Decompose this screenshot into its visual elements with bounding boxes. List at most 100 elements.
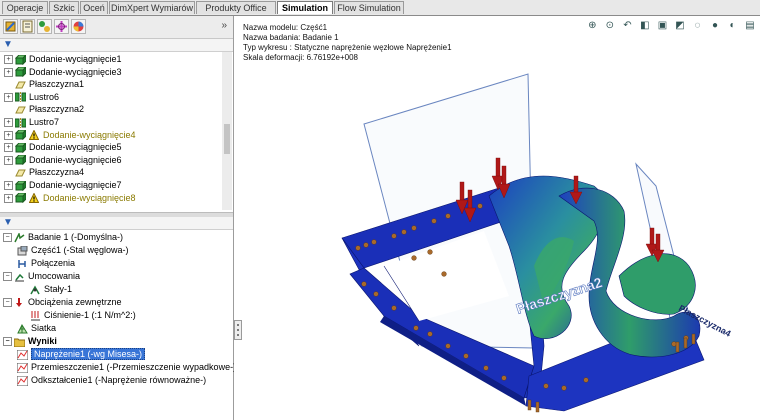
configuration-manager-icon[interactable] bbox=[37, 19, 52, 34]
feature-tree-item-label: Dodanie-wyciągnięcie5 bbox=[29, 142, 122, 153]
feature-tree-item[interactable]: +Płaszczyzna4 bbox=[4, 166, 84, 178]
tab-flow-simulation[interactable]: Flow Simulation bbox=[334, 1, 404, 14]
scrollbar-thumb[interactable] bbox=[224, 124, 230, 154]
feature-tree-item-label: Dodanie-wyciągnięcie3 bbox=[29, 66, 122, 77]
feature-tree-item[interactable]: +Płaszczyzna1 bbox=[4, 78, 84, 90]
expand-icon[interactable]: + bbox=[4, 92, 13, 102]
feature-tree-item-label: Płaszczyzna4 bbox=[29, 167, 85, 178]
loads-label: Obciążenia zewnętrzne bbox=[28, 297, 122, 307]
study-icon bbox=[14, 231, 25, 243]
study-label: Badanie 1 (-Domyślna-) bbox=[28, 232, 124, 242]
load-label: Ciśnienie-1 (:1 N/m^2:) bbox=[44, 310, 136, 320]
results-row[interactable]: − Wyniki bbox=[3, 335, 57, 348]
panel-collapse-handle[interactable] bbox=[234, 320, 242, 340]
connections-icon bbox=[17, 259, 28, 269]
pressure-icon bbox=[30, 310, 41, 321]
tab-produkty-office[interactable]: Produkty Office bbox=[196, 1, 276, 14]
expand-icon[interactable]: + bbox=[4, 130, 13, 140]
result-stress-row[interactable]: Naprężenie1 (-wg Misesa-) bbox=[16, 348, 146, 361]
result-strain-row[interactable]: Odkształcenie1 (-Naprężenie równoważne-) bbox=[16, 374, 206, 387]
feature-tree-item[interactable]: + Dodanie-wyciągnięcie6 bbox=[4, 154, 122, 166]
feature-tree-item-label: Dodanie-wyciągnięcie8 bbox=[43, 192, 136, 203]
connections-row[interactable]: Połączenia bbox=[17, 257, 75, 269]
fixture-row[interactable]: Stały-1 bbox=[30, 283, 72, 295]
display-manager-icon[interactable] bbox=[71, 19, 86, 34]
mesh-label: Siatka bbox=[31, 323, 57, 333]
collapse-icon[interactable]: − bbox=[3, 233, 12, 243]
part-row[interactable]: Część1 (-Stal węglowa-) bbox=[17, 244, 129, 256]
loads-row[interactable]: − Obciążenia zewnętrzne bbox=[3, 296, 122, 308]
fixtures-icon bbox=[14, 272, 25, 282]
connections-label: Połączenia bbox=[31, 258, 76, 268]
result-stress-label: Naprężenie1 (-wg Misesa-) bbox=[31, 348, 146, 360]
extrude-icon bbox=[14, 53, 28, 65]
extrude-icon bbox=[14, 141, 28, 154]
feature-tree-item[interactable]: + Lustro7 bbox=[4, 116, 59, 128]
expand-icon[interactable]: + bbox=[4, 143, 13, 153]
expand-chevron-icon[interactable]: » bbox=[221, 20, 227, 31]
feature-tree-item[interactable]: +Płaszczyzna2 bbox=[4, 103, 84, 115]
fixed-geometry-icon bbox=[30, 285, 41, 295]
tab-ocen[interactable]: Oceń bbox=[80, 1, 108, 14]
tab-simulation[interactable]: Simulation bbox=[277, 1, 333, 14]
expand-icon[interactable]: + bbox=[4, 181, 13, 191]
mirror-icon bbox=[14, 117, 27, 128]
collapse-icon[interactable]: − bbox=[3, 298, 12, 308]
feature-tree-item[interactable]: + Lustro6 bbox=[4, 91, 59, 103]
collapse-icon[interactable]: − bbox=[3, 272, 12, 282]
expand-icon[interactable]: + bbox=[4, 55, 13, 65]
feature-tree-item[interactable]: + Dodanie-wyciągnięcie1 bbox=[4, 53, 122, 65]
displacement-plot-icon bbox=[16, 362, 29, 374]
external-loads-icon bbox=[14, 297, 25, 308]
mesh-row[interactable]: Siatka bbox=[17, 322, 56, 334]
warning-icon bbox=[28, 129, 40, 141]
graphics-viewport[interactable]: Nazwa modelu: Część1 Nazwa badania: Bada… bbox=[234, 16, 760, 420]
feature-tree-item[interactable]: + Dodanie-wyciągnięcie4 bbox=[4, 129, 136, 141]
result-displacement-row[interactable]: Przemieszczenie1 (-Przemieszczenie wypad… bbox=[16, 361, 237, 374]
fixtures-label: Umocowania bbox=[28, 271, 81, 281]
extrude-icon bbox=[14, 154, 28, 166]
study-filter-bar[interactable]: ▼ bbox=[0, 217, 233, 230]
tab-szkic[interactable]: Szkic bbox=[49, 1, 79, 14]
expand-icon[interactable]: + bbox=[4, 155, 13, 165]
extrude-icon bbox=[14, 129, 28, 141]
extrude-icon bbox=[14, 66, 28, 78]
dimxpert-manager-icon[interactable] bbox=[54, 19, 69, 34]
expand-icon[interactable]: + bbox=[4, 67, 13, 77]
feature-tree-item[interactable]: + Dodanie-wyciągnięcie5 bbox=[4, 141, 122, 154]
results-label: Wyniki bbox=[28, 336, 57, 346]
warning-icon bbox=[28, 192, 40, 204]
plane-icon bbox=[15, 105, 26, 115]
extrude-icon bbox=[14, 192, 28, 204]
panel-toolbar: » bbox=[0, 16, 233, 39]
feature-tree-item-label: Dodanie-wyciągnięcie6 bbox=[29, 154, 122, 165]
feature-filter-bar[interactable]: ▼ bbox=[0, 39, 233, 52]
fixture-label: Stały-1 bbox=[44, 284, 73, 294]
part-label: Część1 (-Stal węglowa-) bbox=[31, 245, 129, 255]
tab-dimxpert[interactable]: DimXpert Wymiarów bbox=[109, 1, 195, 14]
filter-icon[interactable]: ▼ bbox=[3, 217, 13, 228]
property-manager-icon[interactable] bbox=[20, 19, 35, 34]
results-folder-icon bbox=[13, 337, 26, 348]
feature-tree-item-label: Lustro6 bbox=[29, 91, 60, 102]
feature-manager-icon[interactable] bbox=[3, 19, 18, 34]
strain-plot-icon bbox=[16, 375, 29, 387]
simulation-model-view[interactable]: Płaszczyzna2 Płaszczyzna4 bbox=[234, 16, 760, 420]
part-icon bbox=[17, 245, 28, 256]
feature-tree-item[interactable]: + Dodanie-wyciągnięcie8 bbox=[4, 192, 136, 204]
load-row[interactable]: Ciśnienie-1 (:1 N/m^2:) bbox=[30, 309, 136, 321]
command-manager-tabs: Operacje Szkic Oceń DimXpert Wymiarów Pr… bbox=[0, 0, 760, 16]
feature-tree-item-label: Płaszczyzna2 bbox=[29, 104, 85, 115]
collapse-icon[interactable]: − bbox=[3, 337, 12, 347]
expand-icon[interactable]: + bbox=[4, 193, 13, 203]
filter-icon[interactable]: ▼ bbox=[3, 39, 13, 50]
feature-tree-item-label: Lustro7 bbox=[29, 117, 60, 127]
fixtures-row[interactable]: − Umocowania bbox=[3, 270, 80, 282]
result-displacement-label: Przemieszczenie1 (-Przemieszczenie wypad… bbox=[31, 362, 237, 372]
feature-tree-item[interactable]: + Dodanie-wyciągnięcie7 bbox=[4, 179, 122, 191]
tab-operacje[interactable]: Operacje bbox=[2, 1, 48, 14]
expand-icon[interactable]: + bbox=[4, 118, 13, 128]
feature-tree-item[interactable]: + Dodanie-wyciągnięcie3 bbox=[4, 66, 122, 78]
study-row[interactable]: − Badanie 1 (-Domyślna-) bbox=[3, 231, 123, 243]
stress-plot-icon bbox=[16, 349, 29, 361]
